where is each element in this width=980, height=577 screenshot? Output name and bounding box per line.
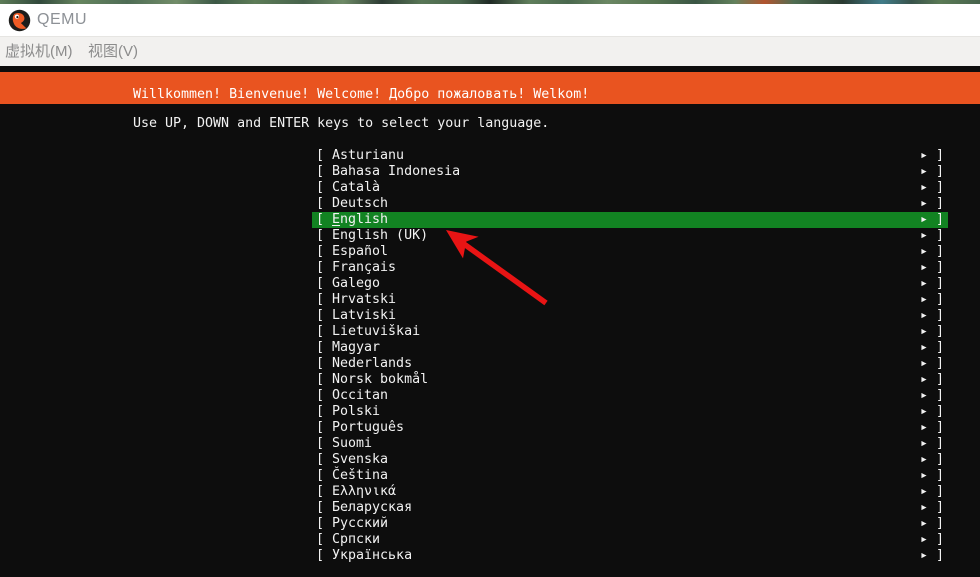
vm-console-display[interactable]: Willkommen! Bienvenue! Welcome! Добро по… xyxy=(0,66,980,577)
expand-arrow-icon: ▸ ] xyxy=(919,148,944,163)
language-label: [ Occitan xyxy=(316,388,389,403)
language-row: [ Polski ▸ ] xyxy=(312,404,948,420)
expand-arrow-icon: ▸ ] xyxy=(919,388,944,403)
language-row: [ Svenska ▸ ] xyxy=(312,452,948,468)
window-title: QEMU xyxy=(37,11,87,28)
language-row: [ Galego ▸ ] xyxy=(312,276,948,292)
language-label: [ Ελληνικά xyxy=(316,484,397,499)
expand-arrow-icon: ▸ ] xyxy=(919,484,944,499)
expand-arrow-icon: ▸ ] xyxy=(919,276,944,291)
language-label: [ Lietuviškai xyxy=(316,324,421,339)
qemu-window: QEMU 虚拟机(M) 视图(V) Willkommen! Bienvenue!… xyxy=(0,0,980,577)
language-row: [ Occitan ▸ ] xyxy=(312,388,948,404)
language-label: [ Српски xyxy=(316,532,381,547)
language-row: [ English (UK) ▸ ] xyxy=(312,228,948,244)
language-label: [ Español xyxy=(316,244,389,259)
language-label: [ Asturianu xyxy=(316,148,405,163)
expand-arrow-icon: ▸ ] xyxy=(919,436,944,451)
window-titlebar[interactable]: QEMU xyxy=(0,4,980,36)
language-row: [ Lietuviškai ▸ ] xyxy=(312,324,948,340)
language-label: [ Polski xyxy=(316,404,381,419)
language-row: [ Nederlands ▸ ] xyxy=(312,356,948,372)
expand-arrow-icon: ▸ ] xyxy=(919,500,944,515)
language-row: [ Ελληνικά ▸ ] xyxy=(312,484,948,500)
expand-arrow-icon: ▸ ] xyxy=(919,212,944,227)
language-row: [ Català ▸ ] xyxy=(312,180,948,196)
language-row: [ Українська ▸ ] xyxy=(312,548,948,564)
instruction-text: Use UP, DOWN and ENTER keys to select yo… xyxy=(133,116,550,131)
qemu-logo-icon xyxy=(8,9,31,31)
language-label: [ Беларуская xyxy=(316,500,413,515)
expand-arrow-icon: ▸ ] xyxy=(919,372,944,387)
language-label: [ Português xyxy=(316,420,405,435)
menu-view[interactable]: 视图(V) xyxy=(88,37,138,67)
language-label: [ Latviski xyxy=(316,308,397,323)
language-row: [ Suomi ▸ ] xyxy=(312,436,948,452)
menu-virtual-machine[interactable]: 虚拟机(M) xyxy=(5,37,73,67)
menu-bar: 虚拟机(M) 视图(V) xyxy=(0,36,980,66)
expand-arrow-icon: ▸ ] xyxy=(919,404,944,419)
language-label: [ English (UK) xyxy=(316,228,429,243)
expand-arrow-icon: ▸ ] xyxy=(919,164,944,179)
language-row: [ Deutsch ▸ ] xyxy=(312,196,948,212)
language-row: [ Français ▸ ] xyxy=(312,260,948,276)
language-row: [ Asturianu ▸ ] xyxy=(312,148,948,164)
language-label: [ English xyxy=(316,212,389,227)
expand-arrow-icon: ▸ ] xyxy=(919,340,944,355)
language-row: [ Latviski ▸ ] xyxy=(312,308,948,324)
language-label: [ Русский xyxy=(316,516,389,531)
language-row: [ Čeština ▸ ] xyxy=(312,468,948,484)
language-label: [ Nederlands xyxy=(316,356,413,371)
language-label: [ Čeština xyxy=(316,468,389,483)
expand-arrow-icon: ▸ ] xyxy=(919,468,944,483)
language-list: [ Asturianu ▸ ][ Bahasa Indonesia ▸ ][ Cat… xyxy=(312,148,948,564)
expand-arrow-icon: ▸ ] xyxy=(919,308,944,323)
language-row: [ Magyar ▸ ] xyxy=(312,340,948,356)
language-row: [ Српски ▸ ] xyxy=(312,532,948,548)
language-row: [ Español ▸ ] xyxy=(312,244,948,260)
selection-cursor: E xyxy=(332,212,341,227)
welcome-banner: Willkommen! Bienvenue! Welcome! Добро по… xyxy=(0,72,980,104)
language-label: [ Magyar xyxy=(316,340,381,355)
expand-arrow-icon: ▸ ] xyxy=(919,196,944,211)
language-row: [ English ▸ ] xyxy=(312,212,948,228)
language-label: [ Galego xyxy=(316,276,381,291)
language-row: [ Norsk bokmål ▸ ] xyxy=(312,372,948,388)
expand-arrow-icon: ▸ ] xyxy=(919,548,944,563)
language-row: [ Bahasa Indonesia ▸ ] xyxy=(312,164,948,180)
language-row: [ Русский ▸ ] xyxy=(312,516,948,532)
expand-arrow-icon: ▸ ] xyxy=(919,324,944,339)
expand-arrow-icon: ▸ ] xyxy=(919,228,944,243)
expand-arrow-icon: ▸ ] xyxy=(919,532,944,547)
expand-arrow-icon: ▸ ] xyxy=(919,180,944,195)
language-label: [ Català xyxy=(316,180,381,195)
language-label: [ Українська xyxy=(316,548,413,563)
language-label: [ Suomi xyxy=(316,436,373,451)
language-row: [ Беларуская ▸ ] xyxy=(312,500,948,516)
language-label: [ Français xyxy=(316,260,397,275)
language-label: [ Bahasa Indonesia xyxy=(316,164,461,179)
language-label: [ Norsk bokmål xyxy=(316,372,429,387)
expand-arrow-icon: ▸ ] xyxy=(919,292,944,307)
expand-arrow-icon: ▸ ] xyxy=(919,516,944,531)
language-label: [ Deutsch xyxy=(316,196,389,211)
expand-arrow-icon: ▸ ] xyxy=(919,452,944,467)
language-label: [ Svenska xyxy=(316,452,389,467)
welcome-banner-text: Willkommen! Bienvenue! Welcome! Добро по… xyxy=(133,87,590,102)
expand-arrow-icon: ▸ ] xyxy=(919,260,944,275)
language-label: [ Hrvatski xyxy=(316,292,397,307)
language-row: [ Hrvatski ▸ ] xyxy=(312,292,948,308)
expand-arrow-icon: ▸ ] xyxy=(919,356,944,371)
expand-arrow-icon: ▸ ] xyxy=(919,420,944,435)
language-row: [ Português ▸ ] xyxy=(312,420,948,436)
expand-arrow-icon: ▸ ] xyxy=(919,244,944,259)
